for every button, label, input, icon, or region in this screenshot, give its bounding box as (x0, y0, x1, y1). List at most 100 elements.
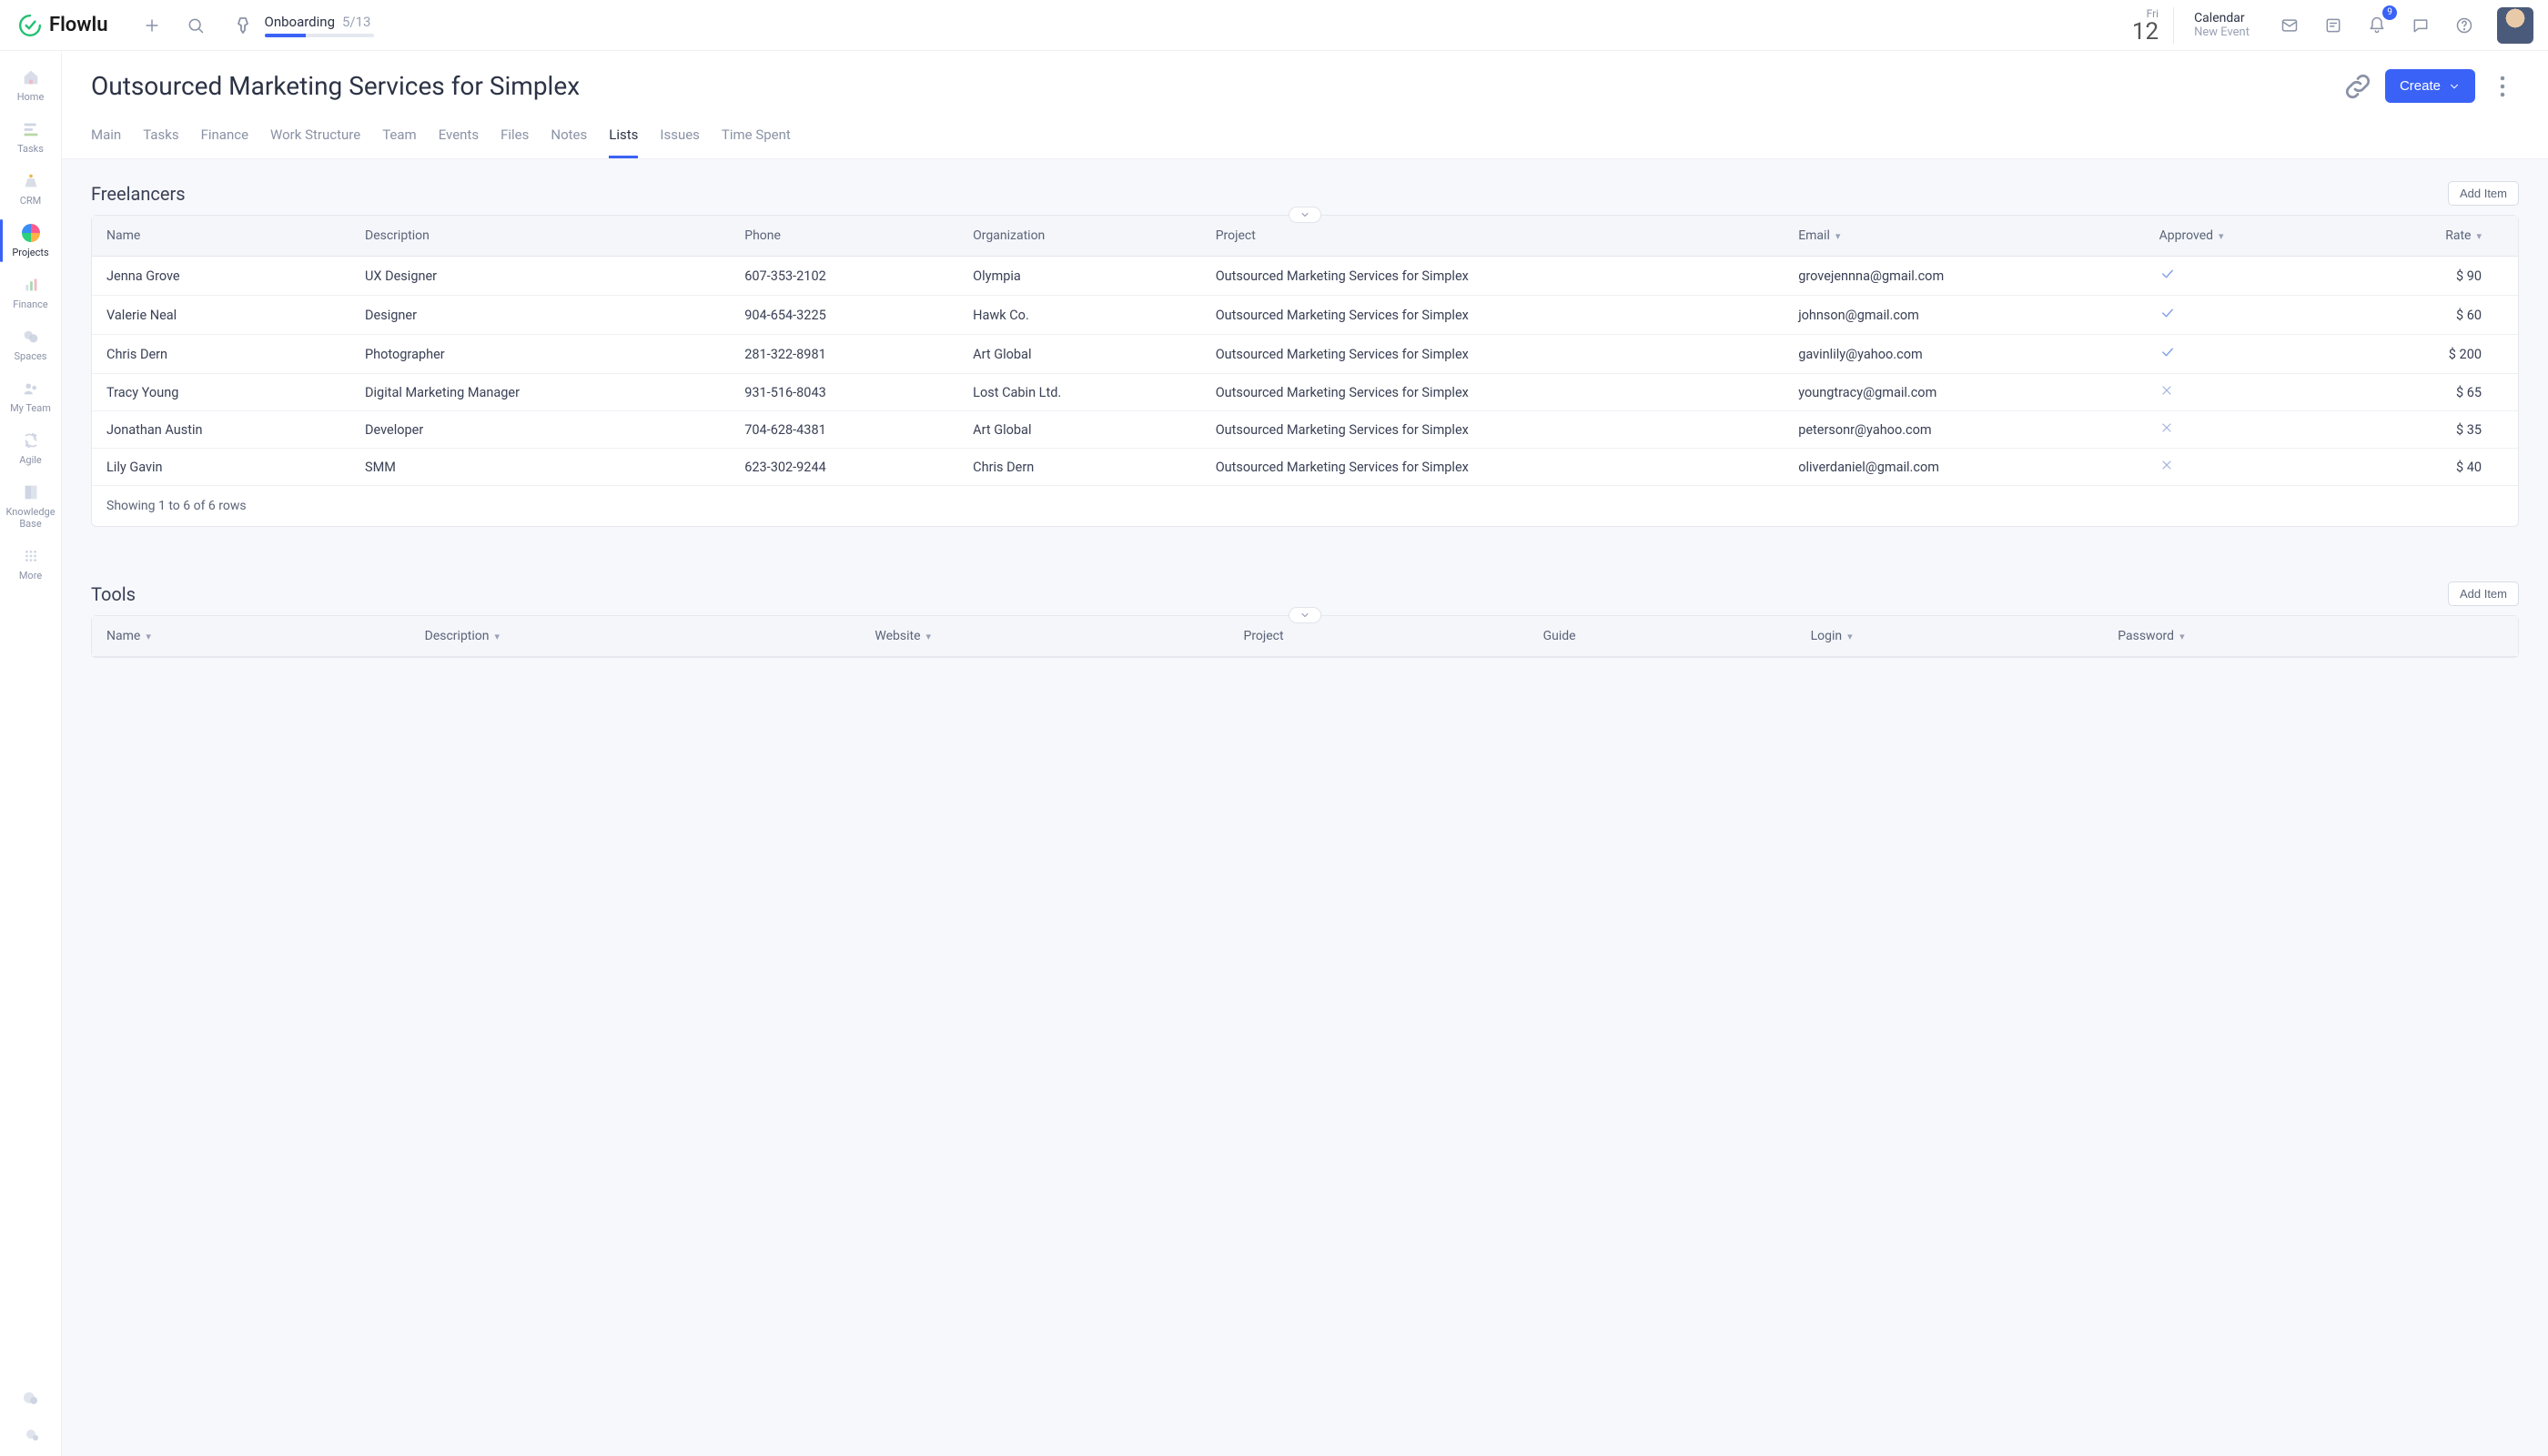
sidebar-item-label: Tasks (17, 143, 44, 155)
user-avatar[interactable] (2497, 7, 2533, 44)
approved-cell (2145, 374, 2338, 411)
sidebar-item-home[interactable]: Home (4, 60, 58, 110)
create-button-label: Create (2400, 78, 2441, 94)
table-cell: Olympia (958, 257, 1201, 296)
notes-button[interactable] (2315, 7, 2351, 44)
tab-main[interactable]: Main (91, 117, 121, 158)
table-row[interactable]: Valerie NealDesigner904-654-3225Hawk Co.… (92, 296, 2518, 335)
freelancers-table: NameDescriptionPhoneOrganizationProjectE… (91, 215, 2519, 527)
approved-cell (2145, 257, 2338, 296)
table-row[interactable]: Jenna GroveUX Designer607-353-2102Olympi… (92, 257, 2518, 296)
brand-logo[interactable]: Flowlu (0, 14, 126, 37)
table-row[interactable]: Lily GavinSMM623-302-9244Chris DernOutso… (92, 449, 2518, 486)
table-cell: Hawk Co. (958, 296, 1201, 335)
table-cell: gavinlily@yahoo.com (1784, 335, 2144, 374)
book-icon (21, 482, 41, 502)
notif-badge: 9 (2382, 5, 2397, 20)
column-header[interactable]: Project (1228, 616, 1528, 657)
table-cell: Developer (350, 411, 730, 449)
onboarding-widget[interactable]: Onboarding 5/13 (232, 14, 374, 37)
sidebar-item-spaces[interactable]: Spaces (4, 319, 58, 369)
sidebar-item-projects[interactable]: Projects (4, 216, 58, 266)
column-header[interactable]: Email▾ (1784, 216, 2144, 257)
tab-time-spent[interactable]: Time Spent (722, 117, 791, 158)
column-header[interactable]: Guide (1529, 616, 1796, 657)
sidebar-item-finance[interactable]: Finance (4, 268, 58, 318)
tab-issues[interactable]: Issues (660, 117, 700, 158)
table-row[interactable]: Tracy YoungDigital Marketing Manager931-… (92, 374, 2518, 411)
search-button[interactable] (177, 7, 214, 44)
tab-work-structure[interactable]: Work Structure (270, 117, 360, 158)
table-cell: Lost Cabin Ltd. (958, 374, 1201, 411)
sidebar-footer-icon-2[interactable] (20, 1423, 42, 1445)
table-cell: Photographer (350, 335, 730, 374)
table-cell: Art Global (958, 411, 1201, 449)
table-cell: Outsourced Marketing Services for Simple… (1201, 335, 1784, 374)
column-header[interactable]: Password▾ (2103, 616, 2518, 657)
sidebar-item-knowledge[interactable]: Knowledge Base (4, 475, 58, 537)
inbox-button[interactable] (2271, 7, 2308, 44)
tab-tasks[interactable]: Tasks (143, 117, 178, 158)
chevron-down-icon (1299, 610, 1310, 621)
x-icon (2159, 458, 2174, 472)
add-item-button[interactable]: Add Item (2448, 581, 2519, 606)
add-item-button[interactable]: Add Item (2448, 181, 2519, 206)
approved-cell (2145, 296, 2338, 335)
column-header[interactable]: Phone (730, 216, 958, 257)
main-content: Outsourced Marketing Services for Simple… (62, 51, 2548, 1456)
tab-team[interactable]: Team (382, 117, 417, 158)
collapse-handle[interactable] (1289, 207, 1321, 223)
flowlu-icon (18, 14, 42, 37)
sidebar-item-crm[interactable]: CRM (4, 164, 58, 214)
chevron-down-icon (1299, 209, 1310, 220)
tab-events[interactable]: Events (439, 117, 479, 158)
sidebar-item-tasks[interactable]: Tasks (4, 112, 58, 162)
table-cell: Art Global (958, 335, 1201, 374)
table-footer: Showing 1 to 6 of 6 rows (92, 485, 2518, 526)
sidebar-item-more[interactable]: More (4, 539, 58, 589)
crm-icon (21, 171, 41, 191)
copy-link-button[interactable] (2341, 70, 2374, 103)
chat-button[interactable] (2402, 7, 2439, 44)
tab-files[interactable]: Files (500, 117, 529, 158)
more-actions-button[interactable] (2486, 70, 2519, 103)
table-cell: youngtracy@gmail.com (1784, 374, 2144, 411)
column-header[interactable]: Website▾ (860, 616, 1228, 657)
help-icon (2455, 16, 2473, 35)
table-cell: Chris Dern (92, 335, 350, 374)
sidebar-item-myteam[interactable]: My Team (4, 371, 58, 421)
column-header[interactable]: Project (1201, 216, 1784, 257)
collapse-handle[interactable] (1289, 607, 1321, 623)
table-cell: Chris Dern (958, 449, 1201, 486)
table-row[interactable]: Jonathan AustinDeveloper704-628-4381Art … (92, 411, 2518, 449)
tasks-icon (21, 119, 41, 139)
sidebar-item-agile[interactable]: Agile (4, 423, 58, 473)
table-cell: Jenna Grove (92, 257, 350, 296)
column-header[interactable]: Login▾ (1796, 616, 2104, 657)
column-header[interactable]: Description (350, 216, 730, 257)
sort-icon: ▾ (926, 631, 932, 642)
table-row[interactable]: Chris DernPhotographer281-322-8981Art Gl… (92, 335, 2518, 374)
column-header[interactable]: Approved▾ (2145, 216, 2338, 257)
note-icon (2324, 16, 2342, 35)
tab-finance[interactable]: Finance (201, 117, 248, 158)
notifications-button[interactable]: 9 (2359, 7, 2395, 44)
column-header[interactable]: Name▾ (92, 616, 410, 657)
table-cell: grovejennna@gmail.com (1784, 257, 2144, 296)
chat-icon (2412, 16, 2430, 35)
create-button[interactable]: Create (2385, 69, 2475, 103)
calendar-link[interactable]: Calendar New Event (2194, 11, 2250, 39)
date-calendar-block[interactable]: Fri 12 (2132, 7, 2174, 44)
tab-lists[interactable]: Lists (609, 117, 638, 158)
calendar-sub: New Event (2194, 25, 2250, 39)
column-header[interactable]: Description▾ (410, 616, 861, 657)
column-header[interactable]: Name (92, 216, 350, 257)
column-header[interactable]: Organization (958, 216, 1201, 257)
add-button[interactable] (134, 7, 170, 44)
sort-icon: ▾ (2179, 631, 2185, 642)
sidebar-footer-icon-1[interactable] (20, 1387, 42, 1409)
help-button[interactable] (2446, 7, 2482, 44)
tab-notes[interactable]: Notes (551, 117, 587, 158)
home-icon (21, 67, 41, 87)
column-header[interactable]: Rate▾ (2338, 216, 2518, 257)
